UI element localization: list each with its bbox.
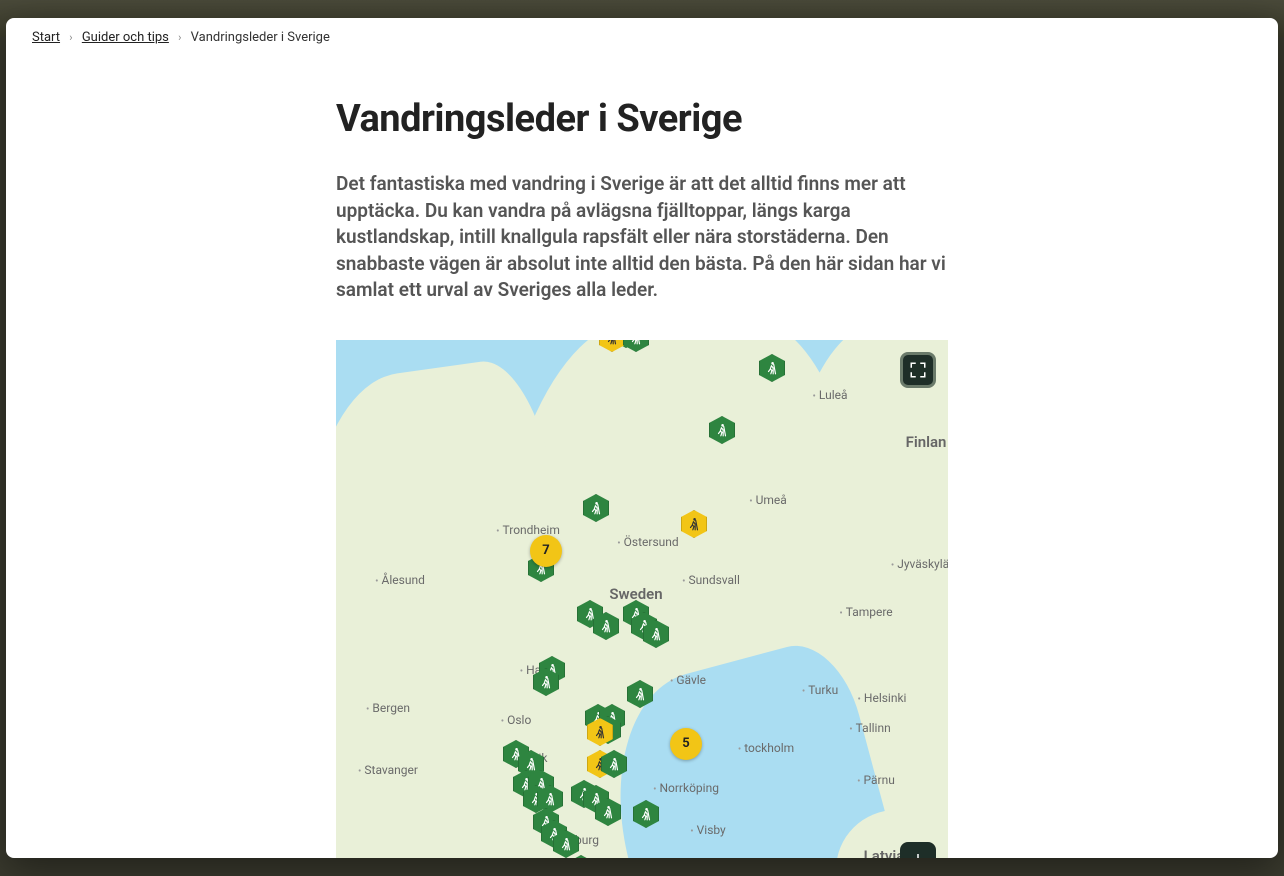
hiker-icon: [623, 340, 649, 352]
hiker-icon: [595, 798, 621, 826]
city-label: Norrköping: [653, 781, 719, 795]
trail-marker[interactable]: [593, 612, 619, 642]
city-label: Pärnu: [857, 773, 895, 787]
city-label: Bergen: [366, 701, 410, 715]
city-label: Visby: [690, 823, 725, 837]
expand-map-button[interactable]: [900, 352, 936, 388]
city-label: Gävle: [670, 673, 706, 687]
city-label: tockholm: [738, 741, 794, 755]
trail-marker[interactable]: [601, 750, 627, 780]
trail-marker[interactable]: [553, 830, 579, 858]
hiker-icon: [627, 680, 653, 708]
trail-marker[interactable]: [627, 680, 653, 710]
trail-marker[interactable]: [709, 416, 735, 446]
city-label: Jyväskylä: [891, 557, 948, 571]
marker-cluster[interactable]: 7: [530, 535, 562, 567]
hiker-icon: [593, 612, 619, 640]
chevron-right-icon: ›: [69, 31, 72, 44]
hiker-icon: [601, 750, 627, 778]
city-label: Tampere: [839, 605, 892, 619]
hiker-icon: [533, 668, 559, 696]
trail-marker[interactable]: [533, 668, 559, 698]
hiker-icon: [633, 800, 659, 828]
trail-marker[interactable]: [587, 718, 613, 748]
trail-marker[interactable]: [599, 340, 625, 354]
breadcrumb: Start › Guider och tips › Vandringsleder…: [6, 18, 1278, 57]
trail-marker[interactable]: [643, 620, 669, 650]
breadcrumb-current: Vandringsleder i Sverige: [191, 30, 330, 45]
city-label: Ålesund: [375, 573, 425, 587]
trail-marker[interactable]: [583, 494, 609, 524]
trail-marker[interactable]: [681, 510, 707, 540]
hiker-icon: [643, 620, 669, 648]
trail-marker[interactable]: [623, 340, 649, 354]
zoom-in-button[interactable]: [900, 842, 936, 858]
city-label: Stavanger: [358, 763, 418, 777]
trail-map[interactable]: SwedenFinlanLatviaLuleåTrondheimÖstersun…: [336, 340, 948, 858]
trail-marker[interactable]: [759, 354, 785, 384]
hiker-icon: [553, 830, 579, 858]
hiker-icon: [759, 354, 785, 382]
city-label: Turku: [802, 683, 838, 697]
country-label: Finlan: [906, 433, 947, 451]
marker-cluster[interactable]: 5: [670, 728, 702, 760]
city-label: Tallinn: [849, 721, 890, 735]
hiker-icon: [587, 718, 613, 746]
page-card: Start › Guider och tips › Vandringsleder…: [6, 18, 1278, 858]
breadcrumb-start[interactable]: Start: [32, 30, 60, 45]
city-label: Oslo: [501, 713, 532, 727]
city-label: Östersund: [617, 535, 678, 549]
page-title: Vandringsleder i Sverige: [336, 97, 948, 141]
city-label: Umeå: [749, 493, 787, 507]
breadcrumb-guides[interactable]: Guider och tips: [82, 30, 169, 45]
hiker-icon: [709, 416, 735, 444]
trail-marker[interactable]: [633, 800, 659, 830]
city-label: Sundsvall: [682, 573, 740, 587]
plus-icon: [909, 851, 927, 858]
expand-icon: [909, 361, 927, 379]
trail-marker[interactable]: [595, 798, 621, 828]
city-label: Luleå: [812, 388, 847, 402]
hiker-icon: [599, 340, 625, 352]
hiker-icon: [681, 510, 707, 538]
chevron-right-icon: ›: [178, 31, 181, 44]
page-intro: Det fantastiska med vandring i Sverige ä…: [336, 171, 948, 304]
hiker-icon: [583, 494, 609, 522]
city-label: Helsinki: [858, 691, 907, 705]
main-content: Vandringsleder i Sverige Det fantastiska…: [336, 97, 948, 858]
country-label: Latvia: [864, 847, 905, 858]
